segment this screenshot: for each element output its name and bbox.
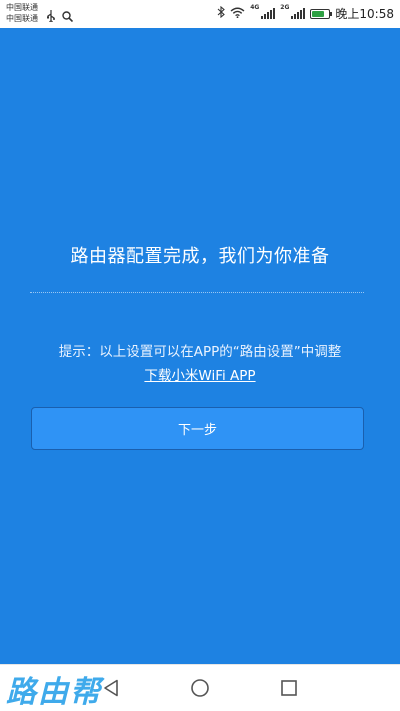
download-app-link[interactable]: 下载小米WiFi APP xyxy=(0,364,400,384)
search-icon xyxy=(62,7,74,26)
carrier-1: 中国联通 xyxy=(6,3,38,12)
setup-complete-page: 路由器配置完成，我们为你准备 提示：以上设置可以在APP的“路由设置”中调整 下… xyxy=(0,28,400,664)
hint-text: 提示：以上设置可以在APP的“路由设置”中调整 xyxy=(58,344,342,360)
divider xyxy=(30,292,364,293)
battery-icon xyxy=(310,8,333,19)
status-left-icons xyxy=(46,7,74,26)
next-button[interactable]: 下一步 xyxy=(31,407,364,450)
page-title: 路由器配置完成，我们为你准备 xyxy=(70,246,330,267)
bluetooth-icon xyxy=(217,5,226,21)
carrier-2: 中国联通 xyxy=(6,14,38,23)
network-type-1: 4G xyxy=(250,4,260,11)
signal-icon xyxy=(261,8,276,19)
signal-icon xyxy=(291,8,306,19)
clock: 晚上10:58 xyxy=(335,7,394,21)
usb-icon xyxy=(46,7,56,26)
status-bar: 中国联通 中国联通 4G 2G 晚上10:58 xyxy=(0,0,400,28)
battery-fill xyxy=(312,10,325,17)
back-icon[interactable] xyxy=(98,675,124,701)
navigation-bar: 路由帮 xyxy=(0,664,400,711)
watermark-logo: 路由帮 xyxy=(6,675,102,710)
home-icon[interactable] xyxy=(187,675,213,701)
wifi-icon xyxy=(230,7,245,21)
carrier-info: 中国联通 中国联通 xyxy=(6,2,38,24)
recents-icon[interactable] xyxy=(276,675,302,701)
network-type-2: 2G xyxy=(280,4,290,11)
status-right: 4G 2G 晚上10:58 xyxy=(217,5,394,22)
